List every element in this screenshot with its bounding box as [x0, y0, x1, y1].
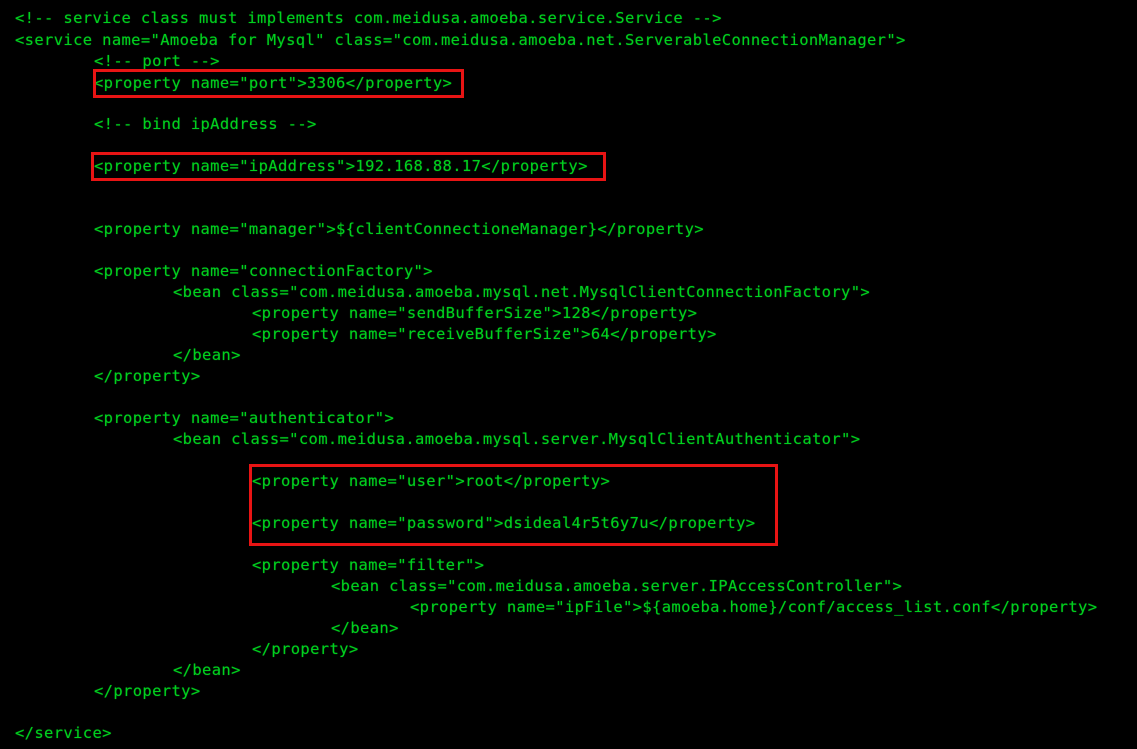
code-line: <property name="user">root</property>: [252, 472, 611, 490]
code-line: </property>: [94, 682, 201, 700]
code-line: <!-- port -->: [94, 52, 220, 70]
code-line: </property>: [252, 640, 359, 658]
code-line: <property name="sendBufferSize">128</pro…: [252, 304, 698, 322]
code-line: <property name="filter">: [252, 556, 485, 574]
code-line: <property name="connectionFactory">: [94, 262, 433, 280]
code-line: <property name="ipAddress">192.168.88.17…: [94, 157, 588, 175]
code-line: <bean class="com.meidusa.amoeba.mysql.se…: [173, 430, 861, 448]
code-line: <!-- service class must implements com.m…: [15, 9, 722, 27]
code-line: </property>: [94, 367, 201, 385]
xml-config-code-block: <!-- service class must implements com.m…: [0, 0, 1137, 749]
code-line: <bean class="com.meidusa.amoeba.server.I…: [331, 577, 903, 595]
code-line: <property name="ipFile">${amoeba.home}/c…: [410, 598, 1098, 616]
code-line: <service name="Amoeba for Mysql" class="…: [15, 31, 906, 49]
code-line: </bean>: [331, 619, 399, 637]
code-line: <property name="receiveBufferSize">64</p…: [252, 325, 717, 343]
code-line: <bean class="com.meidusa.amoeba.mysql.ne…: [173, 283, 871, 301]
code-screenshot-viewport: <!-- service class must implements com.m…: [0, 0, 1137, 749]
code-line: <!-- bind ipAddress -->: [94, 115, 317, 133]
code-line: </bean>: [173, 661, 241, 679]
code-line: <property name="authenticator">: [94, 409, 395, 427]
code-line: <property name="port">3306</property>: [94, 74, 453, 92]
code-line: </service>: [15, 724, 112, 742]
code-line: </bean>: [173, 346, 241, 364]
code-line: <property name="manager">${clientConnect…: [94, 220, 704, 238]
code-line: <property name="password">dsideal4r5t6y7…: [252, 514, 756, 532]
